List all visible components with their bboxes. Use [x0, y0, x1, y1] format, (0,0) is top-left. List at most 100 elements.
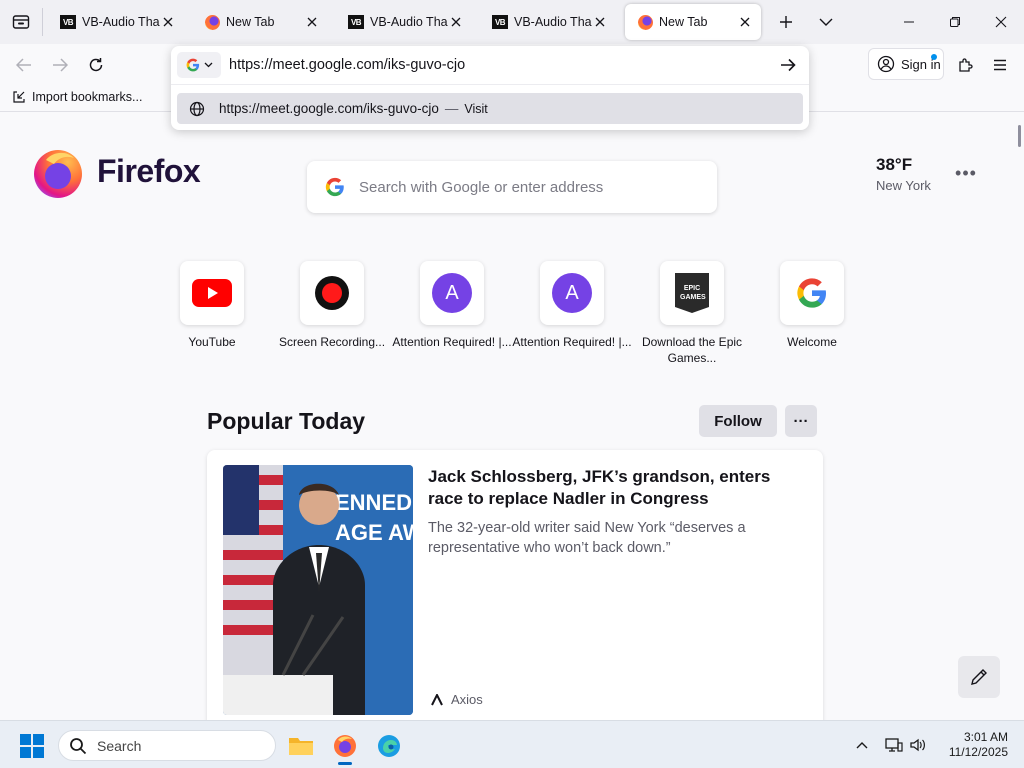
- firefox-wordmark: Firefox: [97, 153, 201, 189]
- record-icon: [315, 276, 349, 310]
- taskbar-search-input[interactable]: Search: [58, 730, 276, 761]
- volume-button[interactable]: [908, 735, 928, 755]
- restore-button[interactable]: [932, 0, 978, 44]
- more-icon: •••: [955, 162, 977, 183]
- story-headline[interactable]: Jack Schlossberg, JFK’s grandson, enters…: [428, 466, 808, 510]
- windows-logo-icon: [20, 747, 31, 758]
- import-bookmarks-label: Import bookmarks...: [32, 90, 143, 104]
- firefox-logo-icon: [34, 150, 82, 198]
- weather-menu-button[interactable]: •••: [952, 161, 980, 185]
- close-window-button[interactable]: [978, 0, 1024, 44]
- import-icon: [13, 91, 25, 103]
- story-excerpt: The 32-year-old writer said New York “de…: [428, 520, 746, 556]
- firefox-icon: [204, 14, 220, 30]
- reload-button[interactable]: [81, 50, 111, 80]
- clock-date: 11/12/2025: [948, 745, 1008, 759]
- network-button[interactable]: [884, 735, 904, 755]
- story-source-label: Axios: [451, 692, 483, 707]
- shortcut-tile: [300, 261, 364, 325]
- section-menu-button[interactable]: ···: [785, 405, 817, 437]
- start-button[interactable]: [20, 734, 44, 758]
- close-icon[interactable]: [737, 14, 753, 30]
- account-icon: [877, 55, 895, 73]
- close-icon[interactable]: [448, 14, 464, 30]
- clock[interactable]: 3:01 AM 11/12/2025: [938, 730, 1008, 760]
- forward-button[interactable]: [45, 50, 75, 80]
- google-icon: [797, 278, 826, 308]
- shortcut-label: YouTube: [188, 335, 236, 349]
- back-button[interactable]: [9, 50, 39, 80]
- go-button[interactable]: [775, 52, 801, 78]
- hamburger-menu-icon: [994, 59, 1006, 71]
- url-input[interactable]: [229, 52, 759, 78]
- new-tab-page: Firefox Search with Google or enter addr…: [0, 113, 1024, 720]
- divider: [171, 84, 809, 85]
- list-all-tabs-button[interactable]: [812, 8, 840, 36]
- vb-audio-icon: VB: [60, 14, 76, 30]
- show-hidden-icons-button[interactable]: [852, 735, 872, 755]
- firefox-icon: [334, 735, 356, 757]
- letter-a-glyph: A: [445, 281, 459, 304]
- customize-button[interactable]: [958, 656, 1000, 698]
- more-icon: ···: [793, 412, 809, 430]
- extensions-button[interactable]: [950, 50, 980, 80]
- shortcut-welcome[interactable]: Welcome: [752, 261, 872, 350]
- newtab-search-input[interactable]: Search with Google or enter address: [307, 161, 717, 213]
- shortcut-tile: [780, 261, 844, 325]
- epic-games-icon: EPIC GAMES: [675, 273, 709, 313]
- chevron-down-icon: [819, 18, 833, 26]
- scrollbar-thumb[interactable]: [1018, 125, 1021, 147]
- tab-vb-audio-2[interactable]: VB VB-Audio Thank: [336, 4, 472, 40]
- youtube-icon: [192, 279, 232, 307]
- plus-icon: [780, 16, 792, 28]
- tab-title: VB-Audio Thank: [514, 15, 592, 29]
- shortcut-attention-required-2[interactable]: A Attention Required! |...: [512, 261, 632, 350]
- firefox-view-button[interactable]: [0, 0, 42, 44]
- vb-audio-icon: VB: [492, 14, 508, 30]
- shortcut-attention-required-1[interactable]: A Attention Required! |...: [392, 261, 512, 350]
- google-icon: [325, 177, 344, 197]
- windows-logo-icon: [33, 747, 44, 758]
- shortcut-youtube[interactable]: YouTube: [152, 261, 272, 350]
- close-icon: [995, 16, 1007, 28]
- tab-vb-audio-1[interactable]: VB VB-Audio Thank: [48, 4, 184, 40]
- follow-button[interactable]: Follow: [699, 405, 777, 437]
- suggestion-url: https://meet.google.com/iks-guvo-cjo: [219, 101, 439, 116]
- tab-new-tab-1[interactable]: New Tab: [192, 4, 328, 40]
- close-icon[interactable]: [160, 14, 176, 30]
- shortcut-label: Attention Required! |...: [512, 335, 632, 349]
- sign-in-button[interactable]: Sign in: [868, 48, 944, 80]
- search-engine-button[interactable]: [177, 52, 221, 78]
- taskbar-firefox[interactable]: [328, 729, 362, 765]
- puzzle-icon: [959, 58, 973, 72]
- globe-icon: [189, 101, 205, 116]
- close-icon[interactable]: [304, 14, 320, 30]
- chevron-up-icon: [856, 742, 868, 749]
- tab-new-tab-active[interactable]: New Tab: [625, 4, 761, 40]
- tab-divider: [42, 8, 43, 36]
- taskbar: Search 3:01 AM 11/12/2025: [0, 720, 1024, 768]
- url-suggestion-row[interactable]: https://meet.google.com/iks-guvo-cjo — V…: [177, 93, 803, 124]
- story-card[interactable]: ENNED AGE AW Jack Schlossberg, JFK’s gra…: [207, 450, 823, 720]
- weather-widget[interactable]: 38°F New York: [876, 155, 931, 193]
- taskbar-edge[interactable]: [372, 729, 406, 763]
- address-bar: https://meet.google.com/iks-guvo-cjo — V…: [171, 46, 809, 130]
- import-bookmarks-button[interactable]: Import bookmarks...: [12, 90, 142, 104]
- shortcut-epic-games[interactable]: EPIC GAMES Download the Epic Games...: [632, 261, 752, 366]
- letter-a-glyph: A: [565, 281, 579, 304]
- minimize-button[interactable]: [886, 0, 932, 44]
- epic-games-logo-text: EPIC GAMES: [680, 285, 706, 301]
- taskbar-file-explorer[interactable]: [284, 729, 318, 763]
- tab-vb-audio-3[interactable]: VB VB-Audio Thank: [480, 4, 616, 40]
- vb-audio-icon: VB: [348, 14, 364, 30]
- close-icon[interactable]: [592, 14, 608, 30]
- shortcut-label: Attention Required! |...: [392, 335, 512, 349]
- notification-dot: [931, 54, 937, 60]
- app-menu-button[interactable]: [985, 50, 1015, 80]
- svg-text:AGE AW: AGE AW: [335, 520, 413, 545]
- shortcut-screen-recording[interactable]: Screen Recording...: [272, 261, 392, 350]
- new-tab-button[interactable]: [772, 8, 800, 36]
- story-image: ENNED AGE AW: [223, 465, 413, 715]
- arrow-right-icon: [53, 58, 68, 72]
- tab-title: VB-Audio Thank: [82, 15, 160, 29]
